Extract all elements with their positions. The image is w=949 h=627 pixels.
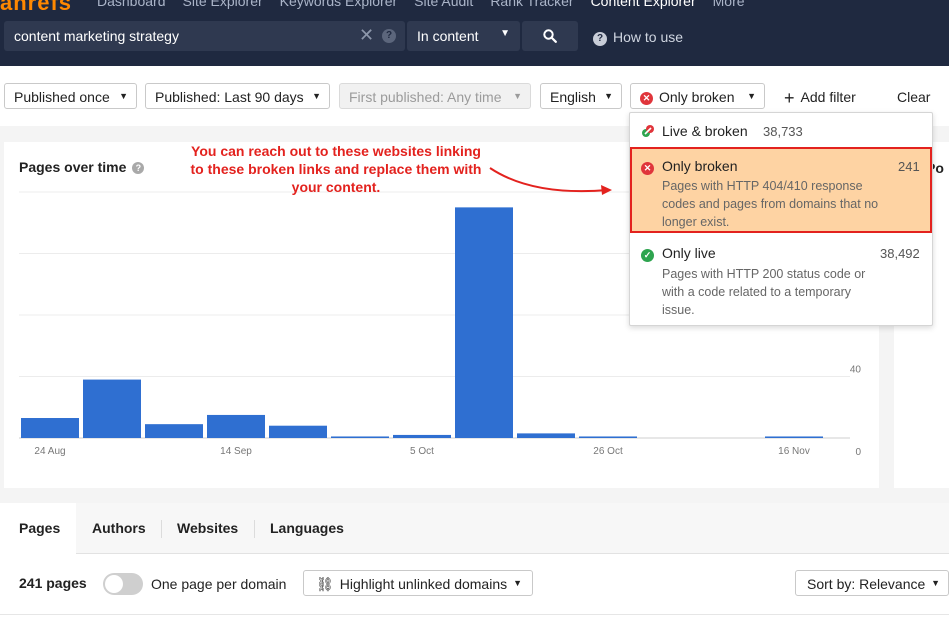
check-icon: ✓ <box>641 246 654 262</box>
chart-bar[interactable] <box>765 436 823 438</box>
chart-bar[interactable] <box>393 434 451 438</box>
chart-bar[interactable] <box>579 436 637 438</box>
logo-text: ahrefs <box>0 0 73 15</box>
option-label: Only live <box>662 245 716 261</box>
chevron-down-icon: ▼ <box>513 578 522 588</box>
chart-bar[interactable] <box>331 436 389 438</box>
option-label: Only broken <box>662 158 738 174</box>
tab-languages[interactable]: Languages <box>270 520 344 536</box>
magnifier-icon <box>543 29 557 43</box>
search-button[interactable] <box>522 21 578 51</box>
language-filter[interactable]: English ▼ <box>540 83 622 109</box>
annotation-arrow-icon <box>489 167 612 195</box>
chart-bar[interactable] <box>517 433 575 438</box>
published-once-filter[interactable]: Published once ▼ <box>4 83 137 109</box>
question-icon: ? <box>593 32 607 46</box>
chart-bar[interactable] <box>21 418 79 438</box>
search-mode-select[interactable]: In content ▼ <box>407 21 520 51</box>
plus-icon: + <box>784 88 795 108</box>
nav-dashboard[interactable]: Dashboard <box>97 0 166 9</box>
chart-bar[interactable] <box>269 425 327 438</box>
highlight-label: Highlight unlinked domains <box>339 576 508 592</box>
sort-label: Sort by: Relevance <box>807 576 926 592</box>
x-tick-label: 5 Oct <box>410 446 434 457</box>
option-count: 38,492 <box>880 246 920 261</box>
how-to-use-link[interactable]: ? How to use <box>593 29 683 46</box>
top-navigation-bar: ahrefs Dashboard Site Explorer Keywords … <box>0 0 949 66</box>
search-input[interactable]: content marketing strategy ✕ ? <box>4 21 405 51</box>
option-description: Pages with HTTP 200 status code or with … <box>662 267 866 317</box>
nav-site-audit[interactable]: Site Audit <box>414 0 473 9</box>
chevron-down-icon: ▼ <box>747 91 756 101</box>
chart-bar[interactable] <box>83 379 141 438</box>
tab-pages[interactable]: Pages <box>0 503 76 554</box>
search-mode-value: In content <box>417 28 479 44</box>
ahrefs-logo[interactable]: ahrefs <box>0 0 72 16</box>
published-once-label: Published once <box>14 89 110 105</box>
one-per-domain-toggle[interactable] <box>103 573 143 595</box>
sort-select[interactable]: Sort by: Relevance ▼ <box>795 570 949 596</box>
option-count: 241 <box>898 159 920 174</box>
one-per-domain-label: One page per domain <box>151 576 287 592</box>
language-label: English <box>550 89 596 105</box>
chevron-down-icon: ▼ <box>513 91 522 101</box>
x-tick-label: 24 Aug <box>34 446 65 457</box>
x-tick-label: 26 Oct <box>593 446 623 457</box>
option-label: Live & broken <box>662 123 748 139</box>
published-range-filter[interactable]: Published: Last 90 days ▼ <box>145 83 330 109</box>
broken-filter-dropdown: Live & broken 38,733 ✕ Only broken 241 P… <box>629 112 933 326</box>
clear-search-icon[interactable]: ✕ <box>359 25 374 46</box>
chart-bar[interactable] <box>455 207 513 438</box>
chevron-down-icon: ▼ <box>931 578 940 588</box>
nav-rank-tracker[interactable]: Rank Tracker <box>490 0 573 9</box>
chart-bar[interactable] <box>207 414 265 438</box>
error-icon: ✕ <box>640 92 653 105</box>
nav-site-explorer[interactable]: Site Explorer <box>183 0 263 9</box>
chevron-down-icon: ▼ <box>312 91 321 101</box>
first-published-filter[interactable]: First published: Any time ▼ <box>339 83 531 109</box>
option-only-broken[interactable]: ✕ Only broken 241 Pages with HTTP 404/41… <box>630 147 932 233</box>
chevron-down-icon: ▼ <box>119 91 128 101</box>
chevron-down-icon: ▼ <box>500 28 510 39</box>
tab-websites[interactable]: Websites <box>177 520 238 536</box>
how-to-use-label: How to use <box>613 29 684 45</box>
chart-bar[interactable] <box>145 424 203 438</box>
results-tabs: Pages Authors Websites Languages <box>0 503 949 554</box>
published-range-label: Published: Last 90 days <box>155 89 304 105</box>
x-tick-label: 16 Nov <box>778 446 810 457</box>
link-icon <box>642 125 654 137</box>
broken-filter-label: Only broken <box>659 89 735 105</box>
results-panel: Pages Authors Websites Languages 241 pag… <box>0 503 949 627</box>
nav-content-explorer[interactable]: Content Explorer <box>591 0 696 9</box>
add-filter-label: Add filter <box>800 89 856 105</box>
results-count: 241 pages <box>19 575 87 591</box>
divider <box>0 614 949 615</box>
first-published-label: First published: Any time <box>349 89 502 105</box>
y-tick-label: 40 <box>850 365 862 376</box>
tab-label: Pages <box>19 520 61 536</box>
help-icon[interactable]: ? <box>382 29 396 43</box>
broken-links-filter[interactable]: ✕ Only broken ▼ <box>630 83 765 109</box>
toggle-knob <box>105 575 123 593</box>
highlight-unlinked-button[interactable]: ⛓ Highlight unlinked domains ▼ <box>303 570 533 596</box>
add-filter-button[interactable]: + Add filter <box>784 88 856 109</box>
y-tick-label: 0 <box>855 447 861 458</box>
nav-more[interactable]: More <box>713 0 745 9</box>
unlink-icon: ⛓ <box>316 576 334 592</box>
tab-divider <box>254 520 255 538</box>
annotation-text: You can reach out to these websites link… <box>190 143 482 195</box>
option-only-live[interactable]: ✓ Only live 38,492 Pages with HTTP 200 s… <box>630 245 932 323</box>
tab-divider <box>161 520 162 538</box>
clear-filters-button[interactable]: Clear <box>897 89 930 105</box>
search-query-text: content marketing strategy <box>14 28 179 44</box>
x-tick-label: 14 Sep <box>220 446 252 457</box>
option-live-and-broken[interactable]: Live & broken 38,733 <box>630 123 932 147</box>
nav-keywords-explorer[interactable]: Keywords Explorer <box>280 0 398 9</box>
error-icon: ✕ <box>641 159 654 175</box>
option-count: 38,733 <box>763 124 803 139</box>
tab-authors[interactable]: Authors <box>92 520 146 536</box>
main-nav: Dashboard Site Explorer Keywords Explore… <box>97 0 745 9</box>
option-description: Pages with HTTP 404/410 response codes a… <box>662 179 879 229</box>
chevron-down-icon: ▼ <box>604 91 613 101</box>
